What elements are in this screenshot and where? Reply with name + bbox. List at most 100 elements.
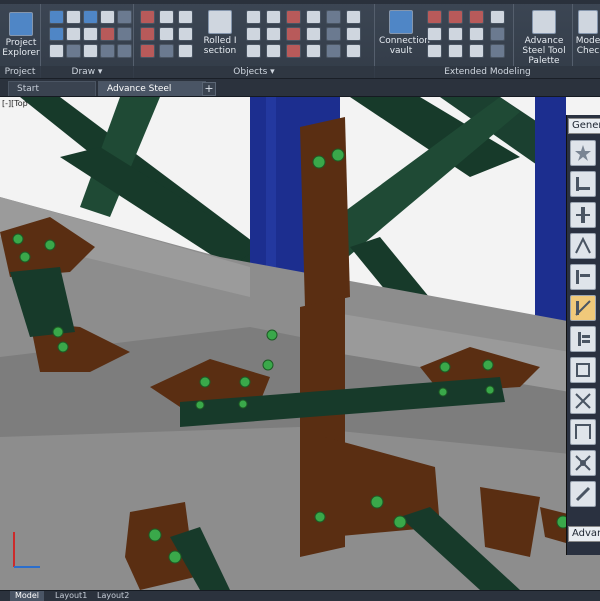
cage-ladder-icon[interactable] xyxy=(469,10,484,24)
frame-icon[interactable] xyxy=(570,419,596,445)
gusset-plate-top xyxy=(300,117,350,307)
polyline-icon[interactable] xyxy=(49,10,64,24)
shear-stud-icon[interactable] xyxy=(346,10,361,24)
grating-icon[interactable] xyxy=(326,44,341,58)
model-viewport[interactable]: [-][Top xyxy=(0,97,600,590)
column-base-icon[interactable] xyxy=(469,44,484,58)
project-panel: Project Explorer xyxy=(0,4,41,66)
spline-icon[interactable] xyxy=(66,44,81,58)
stair-icon[interactable] xyxy=(427,10,442,24)
point-icon[interactable] xyxy=(49,44,64,58)
bolt xyxy=(44,239,56,251)
flat-bar-icon[interactable] xyxy=(266,27,281,41)
tool-palette-header[interactable]: Gener xyxy=(568,118,600,134)
pipe-icon[interactable] xyxy=(266,44,281,58)
xline-icon[interactable] xyxy=(66,27,81,41)
portal-frame-icon[interactable] xyxy=(490,10,505,24)
rolled-i-section-button[interactable]: Rolled I section xyxy=(200,10,240,56)
clock-icon[interactable] xyxy=(117,44,132,58)
beam-column-icon[interactable] xyxy=(570,171,596,197)
tool-palette-icon xyxy=(532,10,556,34)
grid-icon[interactable] xyxy=(117,10,132,24)
region-icon[interactable] xyxy=(83,44,98,58)
hole-icon[interactable] xyxy=(326,10,341,24)
circle-icon[interactable] xyxy=(100,10,115,24)
cladding-icon[interactable] xyxy=(346,44,361,58)
advance-steel-tool-palette-button[interactable]: Advance Steel Tool Palette xyxy=(516,10,572,66)
bolt-icon[interactable] xyxy=(286,10,301,24)
bolt xyxy=(266,329,278,341)
bolt xyxy=(238,399,248,409)
bolt xyxy=(331,148,345,162)
cross-bracing-icon[interactable] xyxy=(570,388,596,414)
building-grid-icon[interactable] xyxy=(140,27,155,41)
polyplate-icon[interactable] xyxy=(159,44,174,58)
weld-icon[interactable] xyxy=(306,10,321,24)
draw-tools xyxy=(49,10,132,58)
purlin-icon[interactable] xyxy=(469,27,484,41)
bracing-tool-icon[interactable] xyxy=(448,27,463,41)
tool-palette-footer[interactable]: Advan xyxy=(568,526,600,542)
project-explorer-button[interactable]: Project Explorer xyxy=(2,12,40,58)
view-icon[interactable] xyxy=(100,44,115,58)
ellipse-icon[interactable] xyxy=(83,27,98,41)
connection-vault-label: Connection vault xyxy=(379,36,430,56)
extended-tools xyxy=(427,10,508,58)
connection-vault-button[interactable]: Connection vault xyxy=(379,10,430,56)
connection-vault-icon xyxy=(389,10,413,34)
split-plate-icon[interactable] xyxy=(178,44,193,58)
connection-plate-lower xyxy=(480,487,540,557)
panel-label-objects: Objects ▾ xyxy=(134,66,374,78)
grid-axis-icon[interactable] xyxy=(178,10,193,24)
anchor-tool-icon[interactable] xyxy=(286,27,301,41)
bracing-icon[interactable] xyxy=(570,233,596,259)
weld-point-icon[interactable] xyxy=(306,27,321,41)
curved-beam-icon[interactable] xyxy=(159,27,174,41)
cleat-icon[interactable] xyxy=(570,357,596,383)
model-check-button[interactable]: Mode Chec xyxy=(575,10,600,56)
spiral-stair-icon[interactable] xyxy=(448,44,463,58)
railing-icon[interactable] xyxy=(448,10,463,24)
stud-icon[interactable] xyxy=(286,44,301,58)
layout-tabs-bar: Model Layout1 Layout2 xyxy=(0,590,600,601)
anchor-icon[interactable] xyxy=(570,481,596,507)
tee-icon[interactable] xyxy=(246,44,261,58)
bolt xyxy=(239,376,251,388)
truss-icon[interactable] xyxy=(427,27,442,41)
cut-icon[interactable] xyxy=(346,27,361,41)
plate-tool-icon[interactable] xyxy=(140,44,155,58)
bolt-pattern-icon[interactable] xyxy=(570,450,596,476)
objects-tools-left xyxy=(140,10,194,58)
bolt xyxy=(199,376,211,388)
star-icon[interactable] xyxy=(570,140,596,166)
tab-start[interactable]: Start xyxy=(8,81,96,96)
channel-icon[interactable] xyxy=(246,27,261,41)
tower-icon[interactable] xyxy=(490,44,505,58)
contour-icon[interactable] xyxy=(326,27,341,41)
angle-icon[interactable] xyxy=(266,10,281,24)
rolled-i-section-label: Rolled I section xyxy=(203,36,237,56)
model-check-label: Mode Chec xyxy=(575,36,600,56)
bolt xyxy=(148,528,162,542)
extended-modeling-panel: Connection vault xyxy=(375,4,514,66)
tube-icon[interactable] xyxy=(246,10,261,24)
tab-advance-steel[interactable]: Advance Steel 2016 xyxy=(98,81,206,108)
plate-icon[interactable] xyxy=(570,264,596,290)
rectangle-icon[interactable] xyxy=(100,27,115,41)
arch-icon[interactable] xyxy=(427,44,442,58)
column-icon[interactable] xyxy=(159,10,174,24)
panel-label-project: Project xyxy=(0,66,40,78)
end-plate-icon[interactable] xyxy=(570,326,596,352)
special-part-icon[interactable] xyxy=(306,44,321,58)
column-splice-icon[interactable] xyxy=(570,202,596,228)
new-tab-button[interactable]: + xyxy=(202,82,216,96)
stiffener-icon[interactable] xyxy=(570,295,596,321)
viewport-controls-label[interactable]: [-][Top xyxy=(2,99,28,108)
ucs-icon[interactable] xyxy=(49,27,64,41)
line-icon[interactable] xyxy=(66,10,81,24)
arc-icon[interactable] xyxy=(83,10,98,24)
joist-icon[interactable] xyxy=(490,27,505,41)
hatch-icon[interactable] xyxy=(117,27,132,41)
beam-icon[interactable] xyxy=(140,10,155,24)
folded-beam-icon[interactable] xyxy=(178,27,193,41)
